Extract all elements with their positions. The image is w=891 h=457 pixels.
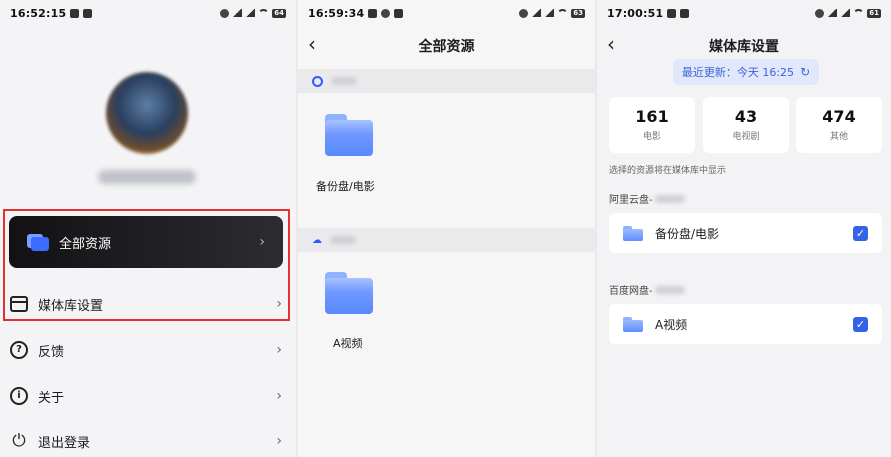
refresh-icon[interactable]: ↻ [800,65,810,79]
username-blurred [98,170,196,184]
stat-card-tv: 43 电视剧 [703,97,789,153]
folder-label[interactable]: A视频 [333,335,363,351]
stat-number: 43 [734,107,758,126]
account-name-blurred [654,285,685,294]
power-icon: ⏻ [12,430,26,451]
folder-icon[interactable] [325,272,373,314]
folder-icon [623,225,643,241]
resource-row[interactable]: 备份盘/电影 ✓ [609,213,882,253]
status-time: 16:52:15 [10,6,67,20]
page-title: 全部资源 [418,39,475,55]
source-name-blurred [331,77,357,85]
battery-icon: 63 [571,8,585,18]
nav-bar: ‹ 全部资源 [298,28,595,64]
group-label-text: 阿里云盘- [609,195,653,206]
folder-label[interactable]: 备份盘/电影 [316,178,375,194]
vibrate-icon [519,8,529,18]
resource-label: 备份盘/电影 [655,226,720,241]
last-update-text: 最近更新：今天 16:25 [681,66,795,79]
logout-label: 退出登录 [38,435,91,451]
status-time: 16:59:34 [308,6,365,20]
question-icon: ? [10,341,28,359]
last-update-pill[interactable]: 最近更新：今天 16:25 ↻ [673,59,819,85]
status-bar: 16:52:15 64 [0,0,296,26]
signal-icon [827,9,838,17]
page-title: 媒体库设置 [709,39,779,55]
checkbox-checked-icon[interactable]: ✓ [853,316,868,332]
stat-label: 电影 [642,132,661,142]
signal-icon [232,9,243,17]
about-label: 关于 [38,390,65,406]
signal-icon [840,9,851,17]
notification-icon [394,8,404,18]
vibrate-icon [815,8,825,18]
baidu-drive-icon: ☁ [312,234,322,246]
stat-card-other: 474 其他 [796,97,882,153]
feedback-label: 反馈 [38,344,65,360]
signal-icon [531,9,542,17]
status-bar: 17:00:51 61 [597,0,891,26]
stat-label: 电视剧 [732,132,760,142]
stat-number: 474 [822,107,856,126]
highlight-box [3,209,290,321]
avatar[interactable] [106,72,188,154]
group-label-baidu: 百度网盘- [609,282,685,297]
wifi-icon [258,9,270,17]
notification-icon [667,8,677,18]
profile-screen: 16:52:15 64 全部资源 › 媒体库设置 › ? 反馈 › i 关于 ›… [0,0,296,457]
stat-number: 161 [635,107,669,126]
status-icons: 63 [515,8,585,18]
notification-icon [83,8,93,18]
resource-row[interactable]: A视频 ✓ [609,304,882,344]
account-name-blurred [654,194,685,203]
notification-icon [368,8,378,18]
feedback-item[interactable]: ? 反馈 › [0,330,296,370]
folder-icon[interactable] [325,114,373,156]
status-bar: 16:59:34 63 [298,0,595,26]
wifi-icon [853,9,865,17]
logout-item[interactable]: ⏻ 退出登录 › [0,421,296,457]
stat-card-movies: 161 电影 [609,97,695,153]
battery-icon: 61 [867,8,881,18]
signal-icon [245,9,256,17]
source-header-aliyun [298,69,595,93]
status-time: 17:00:51 [607,6,664,20]
source-header-baidu: ☁ [298,228,595,252]
group-label-text: 百度网盘- [609,286,653,297]
source-name-blurred [330,236,356,244]
library-settings-screen: 17:00:51 61 ‹ 媒体库设置 最近更新：今天 16:25 ↻ 161 … [597,0,891,457]
hint-text: 选择的资源将在媒体库中显示 [609,166,727,176]
chevron-right-icon: › [276,342,282,358]
notification-icon [381,8,391,18]
status-icons: 61 [811,8,881,18]
chevron-right-icon: › [276,433,282,449]
back-icon[interactable]: ‹ [607,32,615,56]
back-icon[interactable]: ‹ [308,32,316,56]
notification-icon [70,8,80,18]
about-item[interactable]: i 关于 › [0,376,296,416]
status-icons: 64 [216,8,286,18]
notification-icon [680,8,690,18]
all-resources-screen: 16:59:34 63 ‹ 全部资源 备份盘/电影 ☁ A视频 [298,0,595,457]
aliyun-drive-icon [312,75,323,87]
stat-label: 其他 [829,132,848,142]
resource-label: A视频 [655,317,688,332]
folder-icon [623,316,643,332]
checkbox-checked-icon[interactable]: ✓ [853,225,868,241]
vibrate-icon [220,8,230,18]
wifi-icon [557,9,569,17]
battery-icon: 64 [272,8,286,18]
info-icon: i [10,387,28,405]
signal-icon [544,9,555,17]
chevron-right-icon: › [276,388,282,404]
group-label-aliyun: 阿里云盘- [609,191,685,206]
